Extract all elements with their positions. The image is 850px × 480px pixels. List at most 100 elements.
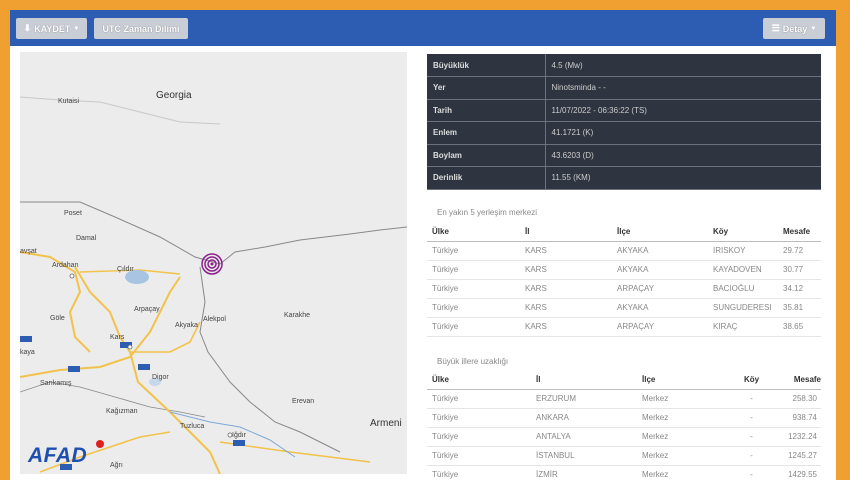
map-label-damal: Damal [76, 235, 97, 242]
table-cell: KARS [520, 317, 612, 337]
right-accent-bar [836, 0, 850, 480]
table-row: Türkiye İZMİR Merkez -1429.55 [427, 465, 821, 480]
map-label-karakhe: Karakhe [284, 312, 311, 319]
map-label-tuzluca: Tuzluca [180, 423, 205, 430]
table-cell: Merkez [637, 408, 727, 428]
top-accent-bar [0, 0, 850, 10]
table-cell: KARS [520, 260, 612, 280]
info-value: 41.1721 (K) [545, 121, 821, 145]
table-cell: 1429.55 [771, 465, 821, 480]
detail-button-label: Detay [782, 23, 808, 34]
table-cell: Türkiye [427, 279, 520, 299]
column-header[interactable]: İlçe [612, 223, 708, 242]
table-cell: - [727, 389, 771, 409]
map-label-georgia: Georgia [156, 90, 192, 101]
table-cell: ARPAÇAY [612, 317, 708, 337]
table-row: Türkiye KARS ARPAÇAY KIRAÇ 38.65 [427, 317, 821, 337]
save-button[interactable]: ⬇ KAYDET ▼ [16, 18, 87, 39]
info-key: Derinlik [427, 166, 546, 190]
info-row: Boylam 43.6203 (D) [427, 144, 821, 167]
info-key: Yer [427, 76, 546, 100]
left-accent-bar [0, 0, 10, 480]
column-header[interactable]: İl [520, 223, 612, 242]
city-distances-table: Ülke İl İlçe Köy Mesafe Türkiye ERZURUM Merkez… [427, 371, 821, 480]
utc-timezone-button[interactable]: UTC Zaman Dilimi [94, 18, 188, 39]
table-cell: IRISKOY [708, 241, 778, 261]
map-label-digor: Digor [152, 374, 169, 381]
table-cell: Türkiye [427, 427, 531, 447]
table-row: Türkiye KARS AKYAKA SUNGUDERESI 35.81 [427, 298, 821, 318]
table-cell: 29.72 [778, 241, 821, 261]
column-header[interactable]: Mesafe [778, 223, 821, 242]
table-cell: Türkiye [427, 298, 520, 318]
map-label-alekpol: Alekpol [203, 316, 226, 323]
table-cell: Türkiye [427, 389, 531, 409]
table-cell: Türkiye [427, 446, 531, 466]
map-label-kars: Kars [110, 334, 125, 341]
table-cell: İSTANBUL [531, 446, 637, 466]
table-cell: 258.30 [771, 389, 821, 409]
table-row: Türkiye İSTANBUL Merkez -1245.27 [427, 446, 821, 466]
table-cell: İZMİR [531, 465, 637, 480]
info-value: 11/07/2022 - 06:36:22 (TS) [545, 99, 821, 122]
map-label-sarikamis: Sarıkamış [40, 380, 72, 387]
utc-timezone-label: UTC Zaman Dilimi [102, 23, 180, 34]
afad-logo: AFAD [28, 444, 88, 467]
table-row: Türkiye KARS AKYAKA IRISKOY 29.72 [427, 241, 821, 261]
map-label-kaya: kaya [20, 349, 35, 356]
info-value: 4.5 (Mw) [545, 54, 821, 77]
table-cell: Türkiye [427, 408, 531, 428]
column-header[interactable]: İl [531, 371, 637, 390]
table-row: Türkiye ANTALYA Merkez -1232.24 [427, 427, 821, 447]
table-cell: ERZURUM [531, 389, 637, 409]
info-key: Boylam [427, 144, 546, 167]
toolbar: ⬇ KAYDET ▼ UTC Zaman Dilimi ☰ Detay ▼ [10, 10, 836, 46]
table-cell: KARS [520, 279, 612, 299]
map-label-akyaka: Akyaka [175, 322, 198, 329]
table-cell: BACIOĞLU [708, 279, 778, 299]
table-cell: - [727, 446, 771, 466]
table-row: Türkiye ANKARA Merkez -938.74 [427, 408, 821, 428]
info-value: Ninotsminda - - [545, 76, 821, 100]
earthquake-map[interactable]: Georgia Kutaisi Poset Damal avşat Ardaha… [20, 52, 407, 474]
column-header[interactable]: Köy [708, 223, 778, 242]
map-label-igdir: Iğdır [232, 432, 247, 439]
table-cell: ARPAÇAY [612, 279, 708, 299]
table-cell: KARS [520, 298, 612, 318]
table-cell: Türkiye [427, 465, 531, 480]
table-cell: Türkiye [427, 317, 520, 337]
earthquake-info-table: Büyüklük 4.5 (Mw) Yer Ninotsminda - - Tarih 1… [427, 54, 821, 190]
table-cell: - [727, 465, 771, 480]
table-cell: - [727, 427, 771, 447]
info-value: 11.55 (KM) [545, 166, 821, 190]
caret-down-icon: ▼ [73, 25, 80, 32]
map-label-poset: Poset [64, 210, 82, 217]
table-cell: KAYADOVEN [708, 260, 778, 280]
map-label-agri: Ağrı [110, 462, 123, 469]
column-header[interactable]: İlçe [637, 371, 727, 390]
info-row: Tarih 11/07/2022 - 06:36:22 (TS) [427, 99, 821, 122]
map-label-arpacay: Arpaçay [134, 306, 160, 313]
table-cell: ANKARA [531, 408, 637, 428]
info-key: Büyüklük [427, 54, 546, 77]
table-cell: AKYAKA [612, 298, 708, 318]
info-row: Büyüklük 4.5 (Mw) [427, 54, 821, 77]
column-header[interactable]: Köy [727, 371, 771, 390]
table-row: Türkiye KARS AKYAKA KAYADOVEN 30.77 [427, 260, 821, 280]
table-cell: Türkiye [427, 260, 520, 280]
info-key: Enlem [427, 121, 546, 145]
column-header[interactable]: Ülke [427, 371, 531, 390]
map-label-armenia: Armeni [370, 418, 402, 429]
nearest-settlements-title: En yakın 5 yerleşim merkezi [437, 208, 538, 217]
column-header[interactable]: Mesafe [771, 371, 821, 390]
info-key: Tarih [427, 99, 546, 122]
table-cell: 38.65 [778, 317, 821, 337]
column-header[interactable]: Ülke [427, 223, 520, 242]
info-value: 43.6203 (D) [545, 144, 821, 167]
detail-button[interactable]: ☰ Detay ▼ [763, 18, 825, 39]
map-label-kutaisi: Kutaisi [58, 98, 80, 105]
map-label-gole: Göle [50, 315, 65, 322]
map-label-avsat: avşat [20, 248, 37, 255]
table-cell: Türkiye [427, 241, 520, 261]
save-button-label: KAYDET [34, 23, 71, 34]
